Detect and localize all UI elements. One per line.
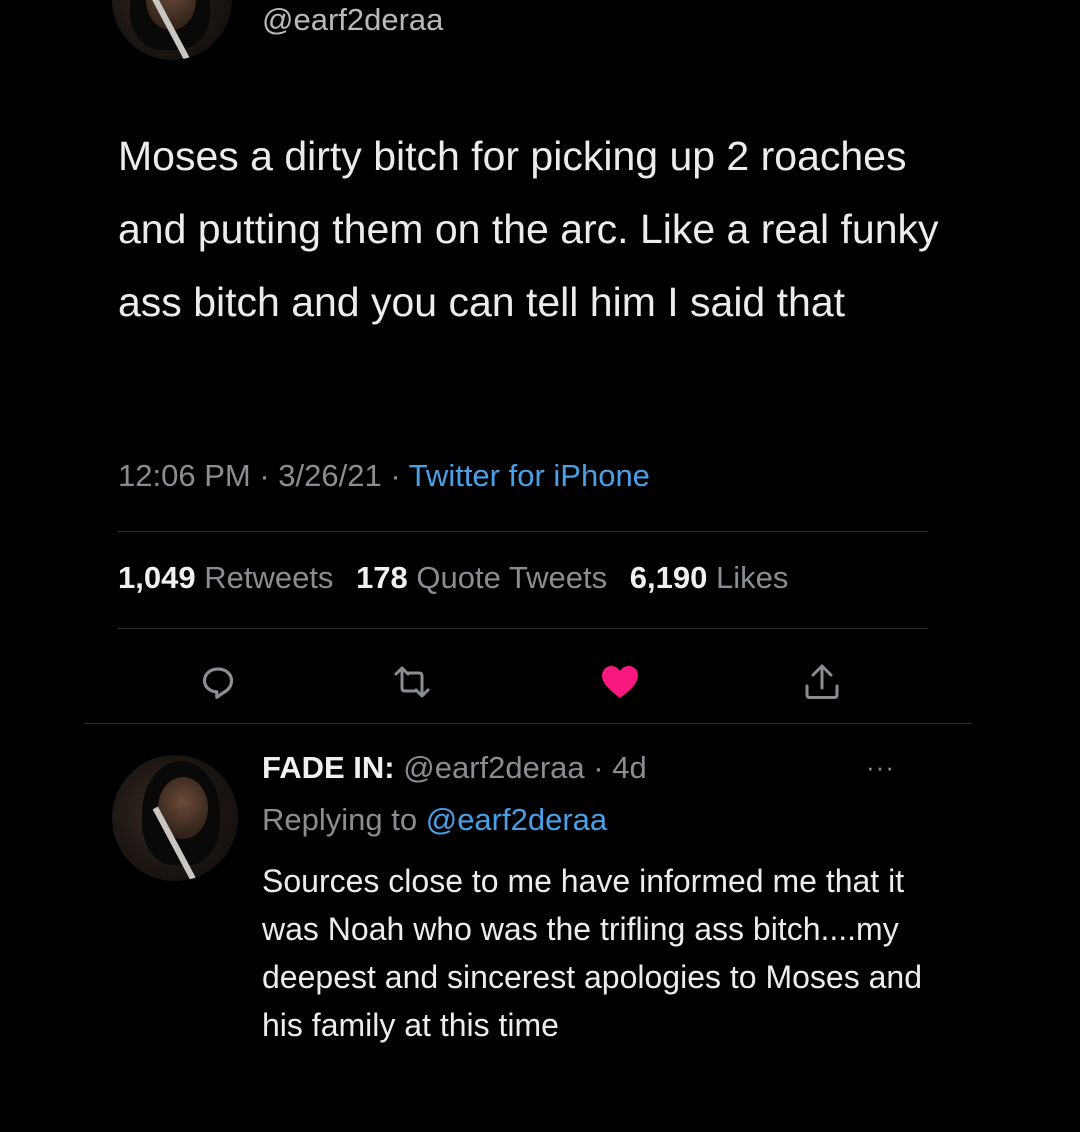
reply-age[interactable]: 4d: [612, 750, 646, 785]
author-handle[interactable]: @earf2deraa: [262, 2, 443, 38]
reply-button[interactable]: [196, 660, 240, 704]
heart-icon: [602, 666, 638, 698]
retweet-button[interactable]: [390, 660, 434, 704]
reply-display-name[interactable]: FADE IN:: [262, 750, 395, 785]
replying-label: Replying to: [262, 802, 418, 837]
reply-text: Sources close to me have informed me tha…: [262, 863, 922, 1043]
replying-to-line: Replying to @earf2deraa: [262, 802, 607, 838]
quotes-label: Quote Tweets: [416, 560, 608, 595]
reply-icon: [202, 667, 234, 699]
retweet-icon: [394, 666, 430, 698]
quotes-stat[interactable]: 178 Quote Tweets: [356, 560, 607, 595]
meta-separator: ·: [381, 458, 409, 493]
likes-stat[interactable]: 6,190 Likes: [630, 560, 789, 595]
author-avatar[interactable]: [112, 0, 232, 60]
quotes-count: 178: [356, 560, 408, 595]
retweets-stat[interactable]: 1,049 Retweets: [118, 560, 333, 595]
tweet-date[interactable]: 3/26/21: [278, 458, 381, 493]
like-button[interactable]: [598, 660, 642, 704]
tweet-meta: 12:06 PM · 3/26/21 · Twitter for iPhone: [118, 458, 650, 494]
tweet-time[interactable]: 12:06 PM: [118, 458, 251, 493]
reply-header: FADE IN: @earf2deraa · 4d: [262, 750, 647, 786]
reply-handle[interactable]: @earf2deraa: [403, 750, 584, 785]
divider: [118, 628, 928, 629]
tweet-text: Moses a dirty bitch for picking up 2 roa…: [118, 133, 939, 325]
replying-to-handle[interactable]: @earf2deraa: [426, 802, 607, 837]
retweets-count: 1,049: [118, 560, 196, 595]
meta-separator: ·: [250, 458, 279, 493]
retweets-label: Retweets: [204, 560, 334, 595]
divider: [84, 723, 972, 724]
share-icon: [805, 664, 839, 699]
more-options-button[interactable]: ···: [866, 752, 895, 783]
divider: [118, 531, 928, 532]
likes-label: Likes: [715, 560, 789, 595]
header-separator: ·: [584, 750, 613, 785]
likes-count: 6,190: [629, 560, 708, 595]
tweet-source-link[interactable]: Twitter for iPhone: [409, 458, 650, 493]
tweet-stats: 1,049 Retweets 178 Quote Tweets 6,190 Li…: [118, 560, 788, 596]
share-button[interactable]: [800, 660, 844, 704]
reply-avatar[interactable]: [112, 755, 238, 881]
